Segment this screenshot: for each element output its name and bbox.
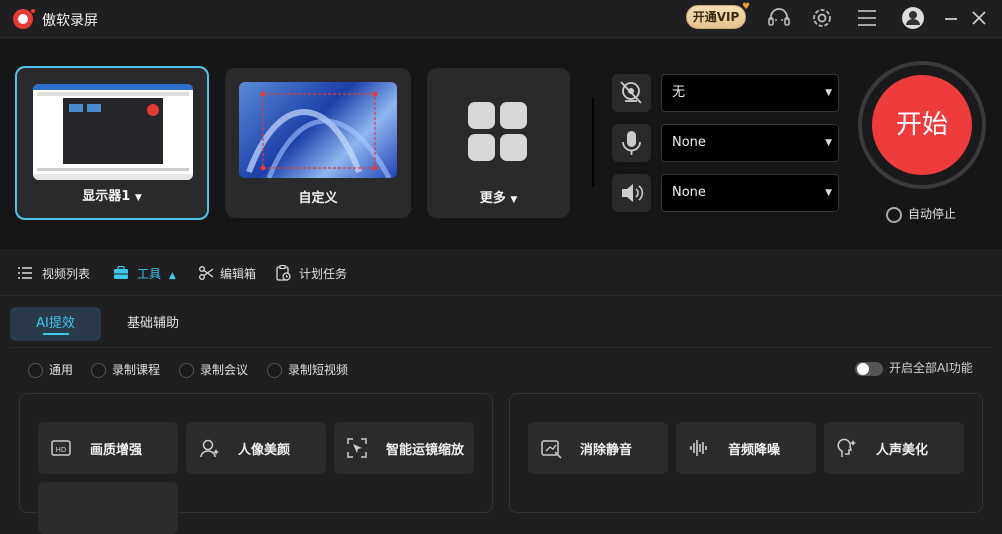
feature-denoise[interactable]: 音频降噪 xyxy=(676,422,816,474)
display-thumbnail xyxy=(33,84,193,180)
source-label: 自定义 xyxy=(298,191,338,206)
feature-hd[interactable]: HD 画质增强 xyxy=(38,422,178,474)
mode-label: 录制短视频 xyxy=(288,363,349,377)
record-panel: 显示器1 ▼ 自定义 更多 ▼ 无 ▼ None ▼ None ▼ 开始 自动停… xyxy=(0,39,1002,249)
nav-label: 编辑箱 xyxy=(220,267,257,281)
toggle-label: 开启全部AI功能 xyxy=(889,361,973,375)
start-button[interactable]: 开始 xyxy=(872,75,972,175)
feature-label: 消除静音 xyxy=(580,443,633,458)
microphone-select[interactable]: None ▼ xyxy=(661,124,839,162)
toggle-switch[interactable] xyxy=(855,361,883,376)
microphone-value: None xyxy=(672,135,706,150)
clipboard-clock-icon xyxy=(276,264,291,281)
feature-group-right: 消除静音 音频降噪 人声美化 xyxy=(509,393,983,513)
tools-content: AI提效 基础辅助 通用 录制课程 录制会议 录制短视频 开启全部AI功能 HD… xyxy=(0,297,1002,534)
feature-voice-beautify[interactable]: 人声美化 xyxy=(824,422,964,474)
nav-video-list[interactable]: 视频列表 xyxy=(18,265,90,282)
mode-course[interactable]: 录制课程 xyxy=(91,361,160,378)
title-bar: 傲软录屏 开通VIP ♥ xyxy=(0,0,1002,38)
nav-label: 计划任务 xyxy=(299,267,348,281)
mode-label: 通用 xyxy=(49,363,74,377)
camera-value: 无 xyxy=(672,85,686,100)
close-icon[interactable] xyxy=(966,6,992,30)
auto-stop-radio[interactable] xyxy=(886,206,902,223)
mute-remove-icon xyxy=(541,440,562,459)
crown-icon: ♥ xyxy=(742,2,751,12)
minimize-icon[interactable] xyxy=(938,6,964,30)
camera-off-icon[interactable] xyxy=(612,74,651,112)
tab-basic[interactable]: 基础辅助 xyxy=(108,307,198,341)
cursor-zoom-icon xyxy=(347,438,367,458)
feature-beauty[interactable]: 人像美颜 xyxy=(186,422,326,474)
beauty-icon xyxy=(200,439,219,458)
divider xyxy=(10,347,992,348)
feature-label: 人像美颜 xyxy=(238,443,291,458)
auto-stop-option[interactable]: 自动停止 xyxy=(886,205,956,223)
source-display-card[interactable]: 显示器1 ▼ xyxy=(15,66,209,220)
caret-down-icon: ▼ xyxy=(510,195,518,205)
camera-select[interactable]: 无 ▼ xyxy=(661,74,839,112)
headset-icon[interactable] xyxy=(766,6,792,30)
feature-remove-silence[interactable]: 消除静音 xyxy=(528,422,668,474)
source-more-card[interactable]: 更多 ▼ xyxy=(427,68,570,218)
tab-ai[interactable]: AI提效 xyxy=(10,307,101,341)
feature-label: 智能运镜缩放 xyxy=(386,443,465,458)
waveform-icon xyxy=(690,440,707,456)
hd-icon: HD xyxy=(51,440,71,456)
feature-label: 画质增强 xyxy=(90,443,143,458)
feature-label: 音频降噪 xyxy=(728,443,781,458)
nav-schedule[interactable]: 计划任务 xyxy=(276,264,348,282)
feature-smart-zoom[interactable]: 智能运镜缩放 xyxy=(334,422,474,474)
nav-tools[interactable]: 工具 ▲ xyxy=(113,265,176,282)
nav-label: 视频列表 xyxy=(42,267,91,281)
auto-stop-label: 自动停止 xyxy=(908,207,957,221)
feature-more[interactable] xyxy=(38,482,178,534)
mode-meeting[interactable]: 录制会议 xyxy=(179,361,248,378)
speaker-icon[interactable] xyxy=(612,174,651,212)
toolbox-icon xyxy=(114,265,128,279)
avatar[interactable] xyxy=(900,6,926,30)
scissors-icon xyxy=(199,266,214,280)
caret-down-icon: ▼ xyxy=(134,193,142,203)
source-label: 更多 xyxy=(479,191,506,206)
mode-radio[interactable] xyxy=(28,363,43,378)
feature-group-left: HD 画质增强 人像美颜 智能运镜缩放 xyxy=(19,393,493,534)
menu-icon[interactable] xyxy=(854,6,880,30)
feature-label: 人声美化 xyxy=(876,443,929,458)
tool-nav: 视频列表 工具 ▲ 编辑箱 计划任务 xyxy=(0,250,1002,296)
source-label: 显示器1 xyxy=(82,189,131,204)
caret-down-icon: ▼ xyxy=(825,88,832,98)
divider xyxy=(592,97,594,187)
voice-beautify-icon xyxy=(837,438,856,457)
mode-short-video[interactable]: 录制短视频 xyxy=(267,361,348,378)
mode-label: 录制课程 xyxy=(112,363,161,377)
svg-text:HD: HD xyxy=(56,446,67,454)
nav-label: 工具 xyxy=(137,267,162,281)
grid-icon xyxy=(468,102,527,161)
tab-label: AI提效 xyxy=(36,316,75,331)
mode-general[interactable]: 通用 xyxy=(28,361,73,378)
gear-icon[interactable] xyxy=(809,6,835,30)
mode-radio[interactable] xyxy=(91,363,106,378)
nav-edit-box[interactable]: 编辑箱 xyxy=(199,265,256,282)
start-ring: 开始 xyxy=(858,61,986,189)
speaker-value: None xyxy=(672,185,706,200)
vip-button[interactable]: 开通VIP xyxy=(686,5,746,29)
source-custom-card[interactable]: 自定义 xyxy=(225,68,411,218)
app-title: 傲软录屏 xyxy=(42,13,98,29)
app-logo xyxy=(13,9,35,29)
microphone-icon[interactable] xyxy=(612,124,651,162)
list-icon xyxy=(18,267,32,279)
speaker-select[interactable]: None ▼ xyxy=(661,174,839,212)
caret-down-icon: ▼ xyxy=(825,138,832,148)
mode-radio[interactable] xyxy=(267,363,282,378)
caret-up-icon: ▲ xyxy=(168,271,176,281)
tab-label: 基础辅助 xyxy=(126,316,179,331)
tab-underline xyxy=(43,333,69,335)
enable-all-ai[interactable]: 开启全部AI功能 xyxy=(855,359,973,376)
mode-label: 录制会议 xyxy=(200,363,249,377)
mode-radio[interactable] xyxy=(179,363,194,378)
custom-thumbnail xyxy=(239,82,397,178)
caret-down-icon: ▼ xyxy=(825,188,832,198)
